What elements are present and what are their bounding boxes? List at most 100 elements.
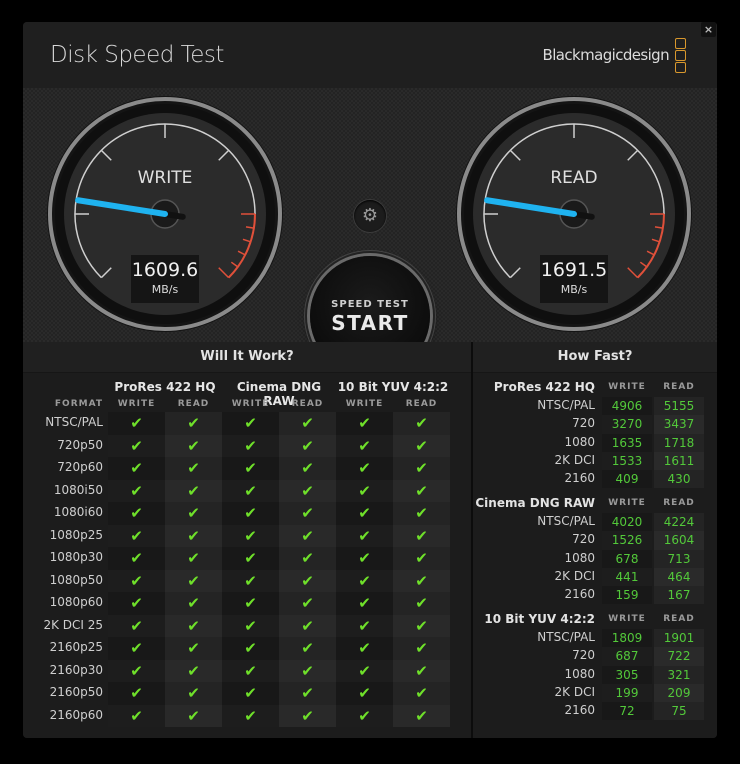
read-speed-unit: MB/s (560, 283, 588, 296)
format-label: 720 (572, 648, 595, 663)
speed-group-header: ProRes 422 HQ WRITE READ (473, 380, 717, 397)
read-fps-value: 1718 (654, 433, 704, 452)
will-it-work-title: Will It Work? (23, 342, 471, 373)
write-fps-value: 305 (602, 665, 652, 684)
checkmark-icon: ✔ (336, 592, 393, 615)
blackmagic-logo-icon (675, 38, 687, 74)
checkmark-icon: ✔ (222, 434, 279, 457)
speed-group: 10 Bit YUV 4:2:2 WRITE READ NTSC/PAL 1809 190… (473, 612, 717, 721)
format-label: 2160 (564, 703, 595, 718)
checkmark-icon: ✔ (165, 592, 222, 615)
table-row: 720p60 ✔ ✔ ✔ ✔ ✔ ✔ (23, 457, 471, 480)
read-fps-value: 3437 (654, 415, 704, 434)
codec-headers: ProRes 422 HQ Cinema DNG RAW 10 Bit YUV … (23, 380, 471, 408)
format-header: FORMAT (54, 399, 103, 409)
table-row: 2160p60 ✔ ✔ ✔ ✔ ✔ ✔ (23, 704, 471, 727)
checkmark-icon: ✔ (108, 614, 165, 637)
write-fps-value: 1809 (602, 629, 652, 648)
checkmark-icon: ✔ (336, 434, 393, 457)
format-label: 2160p25 (49, 640, 103, 654)
checkmark-icon: ✔ (108, 659, 165, 682)
checkmark-icon: ✔ (222, 479, 279, 502)
table-row: 2K DCI 1533 1611 (473, 451, 717, 471)
checkmark-icon: ✔ (222, 524, 279, 547)
write-speed-value: 1609.6 (131, 259, 199, 281)
checkmark-icon: ✔ (108, 704, 165, 727)
checkmark-icon: ✔ (393, 569, 450, 592)
table-row: 1080p60 ✔ ✔ ✔ ✔ ✔ ✔ (23, 592, 471, 615)
format-label: NTSC/PAL (537, 630, 595, 644)
checkmark-icon: ✔ (165, 434, 222, 457)
checkmark-icon: ✔ (336, 704, 393, 727)
format-label: 2K DCI (554, 684, 595, 699)
read-fps-value: 321 (654, 665, 704, 684)
table-row: 1080i60 ✔ ✔ ✔ ✔ ✔ ✔ (23, 502, 471, 525)
checkmark-icon: ✔ (393, 614, 450, 637)
checkmark-icon: ✔ (222, 457, 279, 480)
format-label: 2K DCI (554, 568, 595, 583)
checkmark-icon: ✔ (279, 547, 336, 570)
checkmark-icon: ✔ (165, 682, 222, 705)
checkmark-icon: ✔ (336, 412, 393, 435)
checkmark-icon: ✔ (336, 479, 393, 502)
read-fps-value: 464 (654, 567, 704, 587)
title-bar: Disk Speed Test Blackmagicdesign (23, 22, 717, 88)
table-row: 2K DCI 441 464 (473, 567, 717, 587)
app-window: Disk Speed Test Blackmagicdesign WRITE 1… (23, 22, 717, 738)
checkmark-icon: ✔ (393, 704, 450, 727)
read-fps-value: 1901 (654, 629, 704, 648)
checkmark-icon: ✔ (165, 502, 222, 525)
checkmark-icon: ✔ (108, 547, 165, 570)
read-gauge-label: READ (550, 168, 598, 188)
table-row: 720p50 ✔ ✔ ✔ ✔ ✔ ✔ (23, 434, 471, 457)
read-column-header: READ (663, 382, 695, 392)
format-label: 720 (572, 532, 595, 547)
table-row: NTSC/PAL 4020 4224 (473, 513, 717, 532)
table-row: 1080p25 ✔ ✔ ✔ ✔ ✔ ✔ (23, 524, 471, 547)
checkmark-icon: ✔ (393, 547, 450, 570)
format-label: 1080p50 (49, 572, 103, 587)
checkmark-icon: ✔ (165, 479, 222, 502)
checkmark-icon: ✔ (393, 502, 450, 525)
write-gauge-label: WRITE (137, 168, 193, 188)
checkmark-icon: ✔ (108, 637, 165, 660)
checkmark-icon: ✔ (222, 637, 279, 660)
gear-icon: ⚙ (361, 205, 379, 226)
will-it-work-panel: Will It Work? ProRes 422 HQ Cinema DNG R… (23, 342, 471, 738)
write-column-header: WRITE (608, 382, 646, 392)
table-row: 2160 72 75 (473, 702, 717, 721)
speed-group: ProRes 422 HQ WRITE READ NTSC/PAL 4906 5155 72… (473, 380, 717, 489)
checkmark-icon: ✔ (336, 637, 393, 660)
table-row: 2K DCI 199 209 (473, 683, 717, 703)
checkmark-icon: ✔ (279, 682, 336, 705)
table-row: 1080p30 ✔ ✔ ✔ ✔ ✔ ✔ (23, 547, 471, 570)
read-subheader: READ (291, 399, 324, 409)
format-label: 1080 (564, 434, 595, 449)
table-row: 1080 678 713 (473, 549, 717, 568)
format-label: 2160p50 (49, 685, 103, 699)
checkmark-icon: ✔ (279, 457, 336, 480)
format-label: 720p50 (57, 437, 103, 452)
checkmark-icon: ✔ (393, 524, 450, 547)
checkmark-icon: ✔ (336, 682, 393, 705)
read-fps-value: 4224 (654, 513, 704, 532)
write-fps-value: 441 (602, 567, 652, 587)
format-label: 1080 (564, 550, 595, 565)
checkmark-icon: ✔ (279, 434, 336, 457)
settings-button[interactable]: ⚙ (354, 200, 386, 232)
write-subheader: WRITE (345, 399, 384, 409)
close-button[interactable]: × (701, 22, 716, 37)
how-fast-title: How Fast? (473, 342, 717, 373)
format-label: NTSC/PAL (537, 398, 595, 412)
checkmark-icon: ✔ (393, 659, 450, 682)
table-row: 2K DCI 25 ✔ ✔ ✔ ✔ ✔ ✔ (23, 614, 471, 637)
write-subheader: WRITE (117, 399, 156, 409)
format-label: 1080p25 (49, 527, 103, 542)
checkmark-icon: ✔ (222, 614, 279, 637)
checkmark-icon: ✔ (165, 659, 222, 682)
checkmark-icon: ✔ (279, 659, 336, 682)
checkmark-icon: ✔ (108, 569, 165, 592)
checkmark-icon: ✔ (279, 479, 336, 502)
checkmark-icon: ✔ (279, 412, 336, 435)
write-gauge: WRITE 1609.6 MB/s (45, 94, 285, 334)
